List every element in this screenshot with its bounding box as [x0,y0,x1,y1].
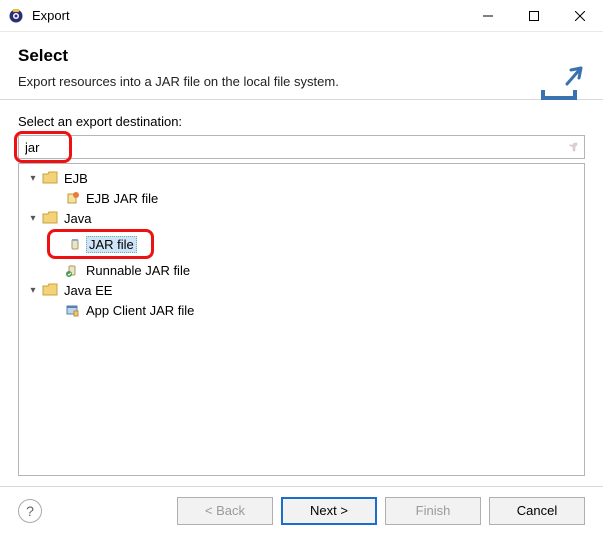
app-client-icon [63,302,81,318]
next-button[interactable]: Next > [281,497,377,525]
destination-label: Select an export destination: [18,114,585,129]
button-bar: ? < Back Next > Finish Cancel [0,486,603,535]
ejb-jar-icon [63,190,81,206]
annotation-highlight-item: JAR file [47,229,154,259]
maximize-button[interactable] [511,0,557,31]
help-button[interactable]: ? [18,499,42,523]
tree-folder-ejb[interactable]: ▾ EJB [19,168,584,188]
tree-item-label: App Client JAR file [83,302,197,319]
tree-item-label: Java EE [61,282,115,299]
search-row [18,135,585,159]
minimize-button[interactable] [465,0,511,31]
filter-input[interactable] [18,135,585,159]
folder-icon [41,282,59,298]
finish-button[interactable]: Finish [385,497,481,525]
titlebar: Export [0,0,603,32]
chevron-down-icon[interactable]: ▾ [25,173,41,184]
folder-icon [41,210,59,226]
page-subtitle: Export resources into a JAR file on the … [18,74,585,89]
tree-item-runnable-jar-file[interactable]: Runnable JAR file [19,260,584,280]
cancel-button[interactable]: Cancel [489,497,585,525]
tree-item-label: EJB [61,170,91,187]
wizard-body: Select an export destination: ▾ EJB [0,100,603,486]
chevron-down-icon[interactable]: ▾ [25,285,41,296]
tree-folder-java-ee[interactable]: ▾ Java EE [19,280,584,300]
tree-item-label: JAR file [86,236,137,253]
runnable-jar-icon [63,262,81,278]
tree-item-jar-file[interactable]: JAR file [50,234,145,254]
window-title: Export [32,8,70,23]
tree-item-label: Java [61,210,94,227]
tree-item-app-client-jar-file[interactable]: App Client JAR file [19,300,584,320]
chevron-down-icon[interactable]: ▾ [25,213,41,224]
close-button[interactable] [557,0,603,31]
jar-icon [66,236,84,252]
app-icon [8,8,24,24]
wizard-header: Select Export resources into a JAR file … [0,32,603,100]
destination-tree[interactable]: ▾ EJB EJB JAR file ▾ Java [18,163,585,476]
folder-icon [41,170,59,186]
back-button[interactable]: < Back [177,497,273,525]
export-graphic-icon [537,62,585,102]
tree-item-label: EJB JAR file [83,190,161,207]
page-title: Select [18,46,585,66]
window-controls [465,0,603,31]
tree-folder-java[interactable]: ▾ Java [19,208,584,228]
clear-filter-icon[interactable] [567,141,579,153]
tree-item-ejb-jar-file[interactable]: EJB JAR file [19,188,584,208]
tree-item-label: Runnable JAR file [83,262,193,279]
